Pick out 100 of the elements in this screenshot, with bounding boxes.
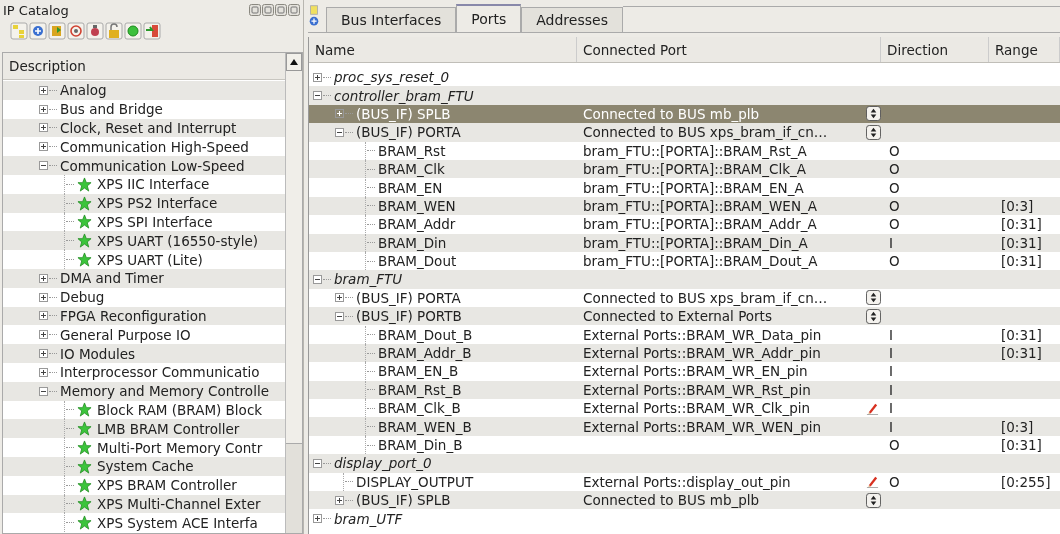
interface-name[interactable]: (BUS_IF) PORTB bbox=[356, 308, 462, 325]
direction: I bbox=[889, 234, 893, 251]
window-control-icon[interactable] bbox=[249, 4, 261, 16]
ip-core-label[interactable]: XPS UART (Lite) bbox=[97, 251, 203, 268]
direction: I bbox=[889, 381, 893, 398]
expander-icon[interactable] bbox=[335, 495, 344, 505]
expander-icon[interactable] bbox=[313, 275, 322, 284]
port-name[interactable]: BRAM_WEN bbox=[378, 197, 456, 214]
connected-port: External Ports::BRAM_WR_Rst_pin bbox=[583, 381, 811, 398]
expander-icon[interactable] bbox=[39, 161, 48, 171]
connected-port: bram_FTU::[PORTA]::BRAM_Rst_A bbox=[583, 142, 807, 159]
direction: I bbox=[889, 345, 893, 362]
port-name[interactable]: BRAM_Rst_B bbox=[378, 381, 462, 398]
column-header[interactable]: Direction bbox=[881, 37, 989, 62]
instance-name[interactable]: bram_FTU bbox=[334, 271, 403, 288]
expander-icon[interactable] bbox=[313, 72, 322, 82]
column-header[interactable]: Connected Port bbox=[577, 37, 881, 62]
expander-icon[interactable] bbox=[39, 292, 48, 302]
port-name[interactable]: BRAM_Addr bbox=[378, 216, 456, 233]
port-name[interactable]: BRAM_Din bbox=[378, 234, 447, 251]
expander-icon[interactable] bbox=[39, 142, 48, 152]
instance-name[interactable]: bram_UTF bbox=[334, 510, 403, 527]
direction: I bbox=[889, 326, 893, 343]
ip-core-label[interactable]: Multi-Port Memory Contr bbox=[97, 439, 263, 456]
category-label[interactable]: General Purpose IO bbox=[60, 326, 191, 343]
window-control-icon[interactable] bbox=[262, 4, 274, 16]
expander-icon[interactable] bbox=[39, 330, 48, 340]
expander-icon[interactable] bbox=[39, 367, 48, 377]
category-label[interactable]: Bus and Bridge bbox=[60, 101, 163, 118]
ip-core-label[interactable]: XPS System ACE Interfa bbox=[97, 514, 258, 531]
port-name[interactable]: BRAM_Dout bbox=[378, 253, 457, 270]
range: [0:31] bbox=[1001, 345, 1042, 362]
expander-icon[interactable] bbox=[39, 123, 48, 133]
instance-name[interactable]: controller_bram_FTU bbox=[334, 87, 474, 104]
spinner-icon[interactable] bbox=[866, 290, 881, 306]
star-icon bbox=[77, 233, 92, 249]
expander-icon[interactable] bbox=[39, 311, 48, 321]
column-header[interactable]: Description bbox=[3, 53, 286, 80]
instance-name[interactable]: proc_sys_reset_0 bbox=[334, 69, 450, 86]
export-icon[interactable] bbox=[143, 22, 161, 40]
ip-core-label[interactable]: Block RAM (BRAM) Block bbox=[97, 401, 263, 418]
direction: O bbox=[889, 437, 900, 453]
category-label[interactable]: Interprocessor Communicatio bbox=[60, 364, 260, 381]
spinner-icon[interactable] bbox=[866, 106, 881, 122]
tab[interactable]: Bus Interfaces bbox=[326, 7, 457, 32]
add-icon[interactable] bbox=[29, 22, 47, 40]
port-name[interactable]: BRAM_Rst bbox=[378, 142, 446, 159]
expander-icon[interactable] bbox=[313, 514, 322, 524]
expander-icon[interactable] bbox=[335, 127, 344, 137]
direction: O bbox=[889, 216, 900, 233]
expander-icon[interactable] bbox=[39, 273, 48, 283]
expander-icon[interactable] bbox=[335, 293, 344, 303]
port-name[interactable]: BRAM_Din_B bbox=[378, 437, 463, 453]
port-name[interactable]: BRAM_Clk bbox=[378, 161, 445, 178]
scrollbar[interactable] bbox=[285, 53, 302, 533]
window-control-icon[interactable] bbox=[275, 4, 287, 16]
expander-icon[interactable] bbox=[39, 349, 48, 359]
port-name[interactable]: BRAM_EN_B bbox=[378, 363, 459, 380]
expander-icon[interactable] bbox=[39, 104, 48, 114]
port-name[interactable]: BRAM_Dout_B bbox=[378, 326, 473, 343]
tab[interactable]: Ports bbox=[456, 4, 522, 32]
port-name[interactable]: DISPLAY_OUTPUT bbox=[356, 473, 474, 490]
interface-name[interactable]: (BUS_IF) PORTA bbox=[356, 289, 461, 306]
port-name[interactable]: BRAM_Clk_B bbox=[378, 400, 461, 417]
port-name[interactable]: BRAM_EN bbox=[378, 179, 443, 196]
star-icon bbox=[77, 477, 92, 493]
connected-port: External Ports::BRAM_WR_Data_pin bbox=[583, 326, 822, 343]
star-icon bbox=[77, 515, 92, 531]
column-header[interactable]: Name bbox=[309, 37, 577, 62]
port-name[interactable]: BRAM_WEN_B bbox=[378, 418, 472, 435]
connected-port: Connected to BUS mb_plb bbox=[583, 492, 760, 509]
lock-icon[interactable] bbox=[105, 22, 123, 40]
window-control-icon[interactable] bbox=[288, 4, 300, 16]
range: [0:31] bbox=[1001, 437, 1042, 453]
category-label[interactable]: Communication High-Speed bbox=[60, 138, 249, 155]
interface-name[interactable]: (BUS_IF) PORTA bbox=[356, 124, 461, 141]
column-header[interactable]: Range bbox=[989, 37, 1060, 62]
expander-icon[interactable] bbox=[335, 311, 344, 321]
expander-icon[interactable] bbox=[39, 85, 48, 95]
expander-icon[interactable] bbox=[39, 386, 48, 396]
spinner-icon[interactable] bbox=[866, 308, 881, 324]
interface-name[interactable]: (BUS_IF) SPLB bbox=[356, 492, 451, 509]
up-arrow-icon[interactable] bbox=[290, 59, 299, 65]
direction: O bbox=[889, 473, 900, 490]
instance-name[interactable]: display_port_0 bbox=[334, 455, 432, 472]
interface-name[interactable]: (BUS_IF) SPLB bbox=[356, 105, 451, 122]
direction: I bbox=[889, 363, 893, 380]
connected-port: External Ports::display_out_pin bbox=[583, 473, 791, 490]
tab[interactable]: Addresses bbox=[521, 7, 623, 32]
spinner-icon[interactable] bbox=[866, 492, 881, 508]
ip-core-label[interactable]: XPS IIC Interface bbox=[97, 176, 210, 193]
category-label[interactable]: Debug bbox=[60, 289, 105, 306]
ip-core-label[interactable]: XPS BRAM Controller bbox=[97, 477, 237, 494]
ip-core-label[interactable]: XPS SPI Interface bbox=[97, 213, 213, 230]
range: [0:31] bbox=[1001, 234, 1042, 251]
spinner-icon[interactable] bbox=[866, 124, 881, 140]
category-label[interactable]: Analog bbox=[60, 82, 107, 99]
expander-icon[interactable] bbox=[313, 91, 322, 101]
expander-icon[interactable] bbox=[313, 458, 322, 468]
port-name[interactable]: BRAM_Addr_B bbox=[378, 345, 472, 362]
